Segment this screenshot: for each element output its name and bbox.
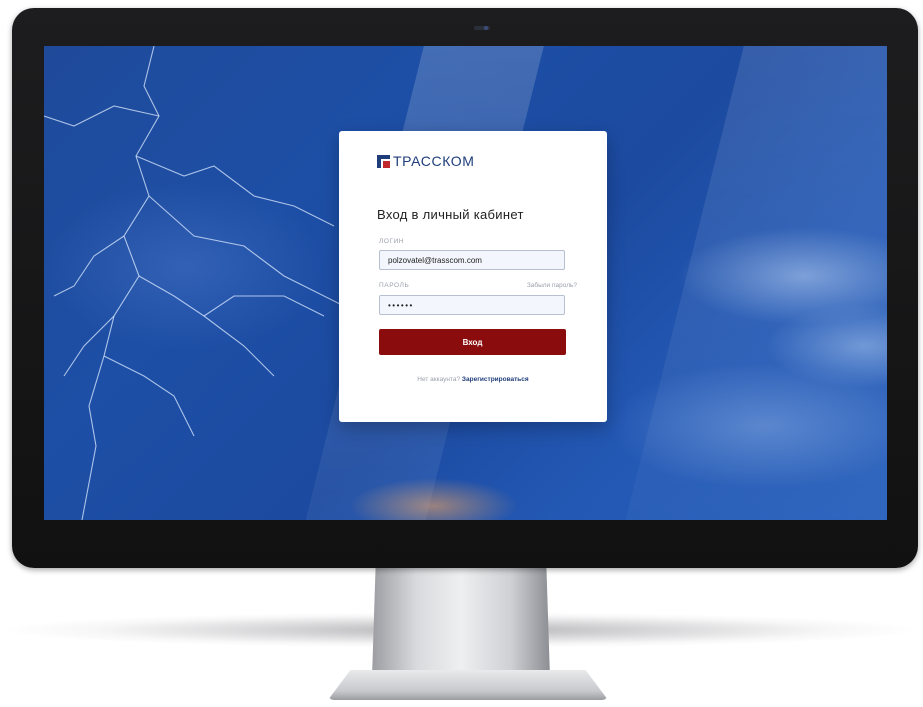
login-label: ЛОГИН xyxy=(379,238,405,245)
login-title: Вход в личный кабинет xyxy=(377,207,524,222)
brand-name: ТРАССКОМ xyxy=(393,153,475,169)
trasscom-logo-icon xyxy=(377,154,390,168)
login-input[interactable] xyxy=(379,250,565,270)
monitor-stand-neck xyxy=(372,568,550,678)
monitor-stand-base xyxy=(328,670,608,700)
password-label: ПАРОЛЬ xyxy=(379,282,410,289)
forgot-password-link[interactable]: Забыли пароль? xyxy=(507,282,577,289)
no-account-text: Нет аккаунта? xyxy=(417,376,461,383)
register-link[interactable]: Зарегистрироваться xyxy=(462,376,529,383)
signup-prompt: Нет аккаунта? Зарегистрироваться xyxy=(339,376,607,383)
login-button[interactable]: Вход xyxy=(379,329,566,355)
stage: ТРАССКОМ Вход в личный кабинет ЛОГИН ПАР… xyxy=(0,0,923,707)
login-card: ТРАССКОМ Вход в личный кабинет ЛОГИН ПАР… xyxy=(339,131,607,422)
brand-logo: ТРАССКОМ xyxy=(377,153,475,169)
password-input[interactable] xyxy=(379,295,565,315)
webcam-icon xyxy=(474,26,490,30)
